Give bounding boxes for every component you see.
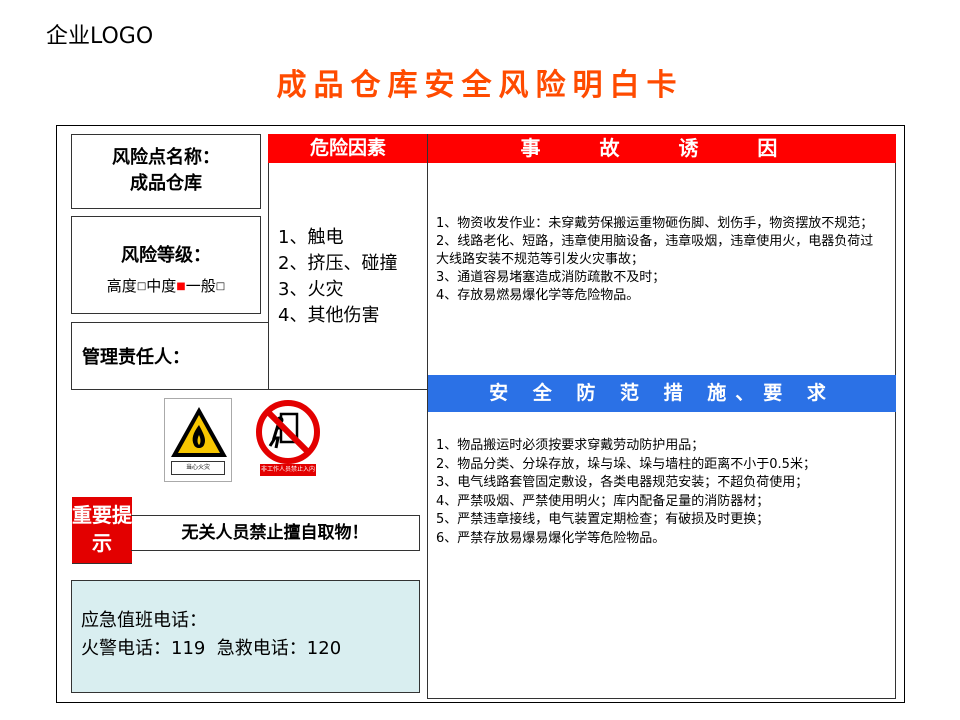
list-item: 1、物资收发作业：未穿戴劳保搬运重物砸伤脚、划伤手，物资摆放不规范； <box>436 216 874 231</box>
risk-point-label: 风险点名称： <box>112 147 220 168</box>
important-tip-badge: 重要提示 <box>72 497 132 563</box>
hazard-header: 危险因素 <box>268 134 428 163</box>
fire-warning-caption: 当心火灾 <box>171 461 225 475</box>
no-entry-sign: 非工作人员禁止入内 <box>254 398 322 482</box>
no-entry-icon <box>256 400 320 464</box>
list-item: 3、通道容易堵塞造成消防疏散不及时； <box>436 270 666 285</box>
measures-list: 1、物品搬运时必须按要求穿戴劳动防护用品； 2、物品分类、分垛存放，垛与垛、垛与… <box>436 437 886 548</box>
page-title: 成品仓库安全风险明白卡 <box>276 68 684 103</box>
list-item: 2、物品分类、分垛存放，垛与垛、垛与墙柱的距离不小于0.5米； <box>436 456 816 472</box>
risk-level-label: 风险等级： <box>121 245 211 266</box>
measures-header: 安 全 防 范 措 施、要 求 <box>428 375 896 412</box>
list-item: 3、火灾 <box>278 279 344 300</box>
important-tip-text: 无关人员禁止擅自取物！ <box>131 515 420 551</box>
emergency-phone-numbers: 火警电话：119 急救电话：120 <box>81 638 342 659</box>
list-item: 2、线路老化、短路，违章使用脑设备，违章吸烟，违章使用火，电器负荷过大线路安装不… <box>436 234 874 267</box>
level-option-medium: 中度 <box>146 277 177 295</box>
company-logo: 企业LOGO <box>46 24 154 49</box>
list-item: 4、存放易燃易爆化学等危险物品。 <box>436 288 640 303</box>
checkbox-checked-icon: ■ <box>176 281 186 292</box>
risk-point-box: 风险点名称： 成品仓库 <box>71 134 261 209</box>
list-item: 4、其他伤害 <box>278 305 380 326</box>
checkbox-unchecked-icon: □ <box>136 281 147 292</box>
list-item: 1、触电 <box>278 227 344 248</box>
tip-underline <box>72 563 132 564</box>
fire-warning-icon <box>171 407 227 457</box>
fire-warning-sign: 当心火灾 <box>164 398 232 482</box>
list-item: 5、严禁违章接线，电气装置定期检查；有破损及时更换； <box>436 512 770 527</box>
level-option-normal: 一般 <box>185 277 216 295</box>
no-entry-caption: 非工作人员禁止入内 <box>260 464 316 476</box>
list-item: 3、电气线路套管固定敷设，各类电器规范安装；不超负荷使用； <box>436 475 809 490</box>
emergency-phone-box: 应急值班电话： 火警电话：119 急救电话：120 <box>71 580 420 693</box>
manager-box: 管理责任人： <box>71 322 269 390</box>
emergency-phone-label: 应急值班电话： <box>81 610 207 631</box>
risk-point-value: 成品仓库 <box>130 173 202 194</box>
risk-level-box: 风险等级： 高度□中度■一般□ <box>71 216 261 314</box>
level-option-high: 高度 <box>106 277 137 295</box>
accident-cause-list: 1、物资收发作业：未穿戴劳保搬运重物砸伤脚、划伤手，物资摆放不规范； 2、线路老… <box>436 215 886 305</box>
checkbox-unchecked-icon: □ <box>215 281 226 292</box>
hazard-list: 1、触电 2、挤压、碰撞 3、火灾 4、其他伤害 <box>278 225 397 329</box>
list-item: 1、物品搬运时必须按要求穿戴劳动防护用品； <box>436 438 705 453</box>
list-item: 2、挤压、碰撞 <box>278 253 398 274</box>
accident-cause-header: 事 故 诱 因 <box>428 134 896 163</box>
manager-label: 管理责任人： <box>82 347 190 368</box>
list-item: 4、严禁吸烟、严禁使用明火；库内配备足量的消防器材； <box>436 493 770 509</box>
list-item: 6、严禁存放易爆易爆化学等危险物品。 <box>436 530 666 546</box>
risk-level-options: 高度□中度■一般□ <box>72 275 260 296</box>
